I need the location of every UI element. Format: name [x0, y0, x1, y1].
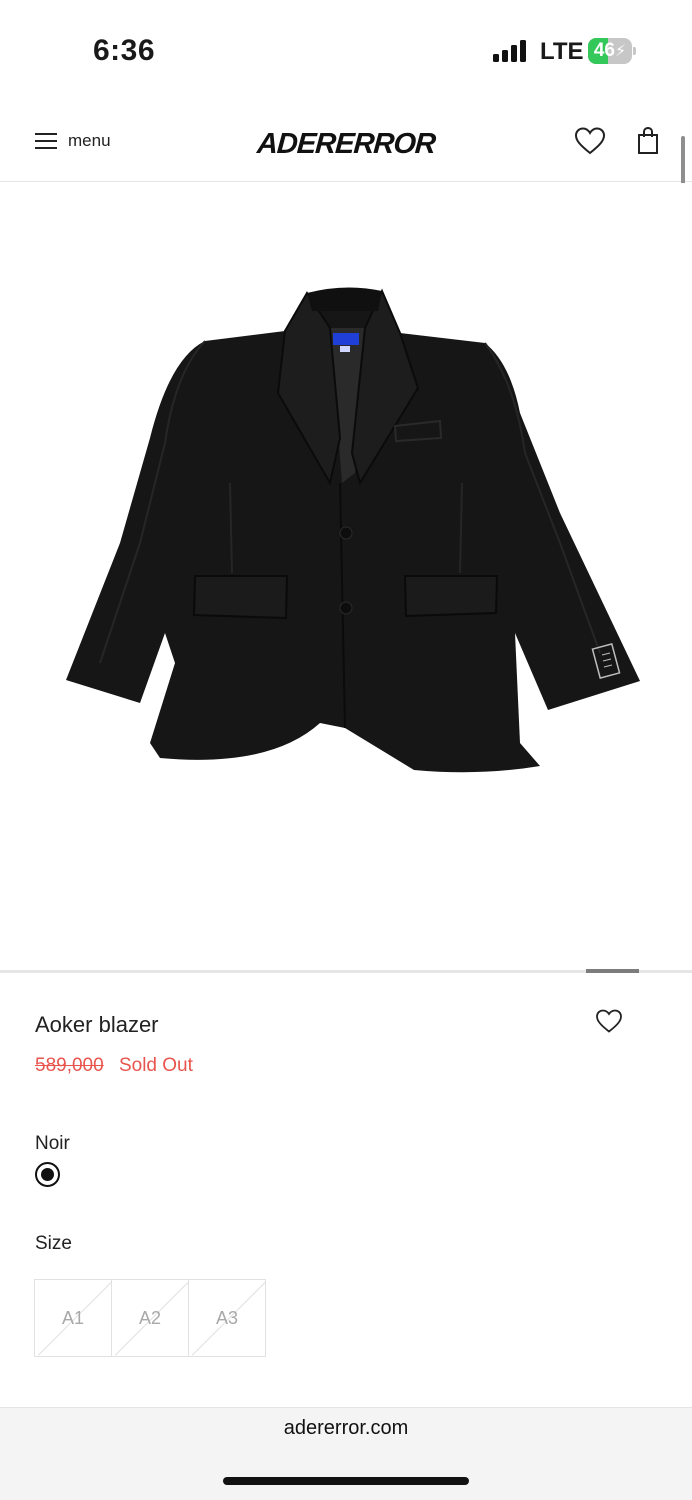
product-image[interactable]	[0, 183, 692, 970]
home-indicator[interactable]	[223, 1477, 469, 1485]
original-price: 589,000	[35, 1055, 104, 1076]
size-label-a3: A3	[215, 1307, 239, 1328]
battery-level: 46⚡	[593, 40, 627, 61]
heart-icon	[596, 1009, 622, 1033]
price-row: 589,000 Sold Out	[35, 1055, 193, 1077]
size-option-a1[interactable]: A1	[34, 1279, 112, 1357]
signal-icon	[493, 40, 529, 62]
size-option-a2[interactable]: A2	[111, 1279, 189, 1357]
brand-logo[interactable]: ADERERROR	[247, 128, 445, 161]
size-label: Size	[35, 1233, 72, 1254]
blazer-image	[66, 287, 640, 773]
size-label-a2: A2	[138, 1307, 162, 1328]
product-name: Aoker blazer	[35, 1012, 159, 1037]
size-selector: A1 A2 A3	[34, 1279, 266, 1357]
size-label-a1: A1	[61, 1307, 85, 1328]
color-label: Noir	[35, 1133, 70, 1154]
product-wishlist-button[interactable]	[595, 1008, 623, 1034]
shopping-bag-icon	[638, 126, 658, 154]
color-option-noir[interactable]	[35, 1162, 60, 1187]
image-carousel-indicator[interactable]	[586, 969, 639, 973]
network-label: LTE	[540, 38, 584, 65]
menu-label: menu	[68, 131, 111, 150]
browser-url-field[interactable]: adererror.com	[0, 1417, 692, 1440]
menu-button[interactable]: menu	[35, 128, 111, 154]
wishlist-button[interactable]	[574, 126, 606, 156]
cart-button[interactable]	[636, 126, 660, 156]
sold-out-label: Sold Out	[118, 1055, 193, 1076]
site-header: menu ADERERROR	[0, 100, 692, 182]
heart-icon	[574, 127, 606, 155]
battery-icon: 46⚡	[588, 38, 636, 64]
status-time: 6:36	[93, 34, 156, 67]
hamburger-icon	[35, 133, 57, 149]
status-bar: 6:36 LTE 46⚡	[0, 0, 692, 100]
size-option-a3[interactable]: A3	[188, 1279, 266, 1357]
